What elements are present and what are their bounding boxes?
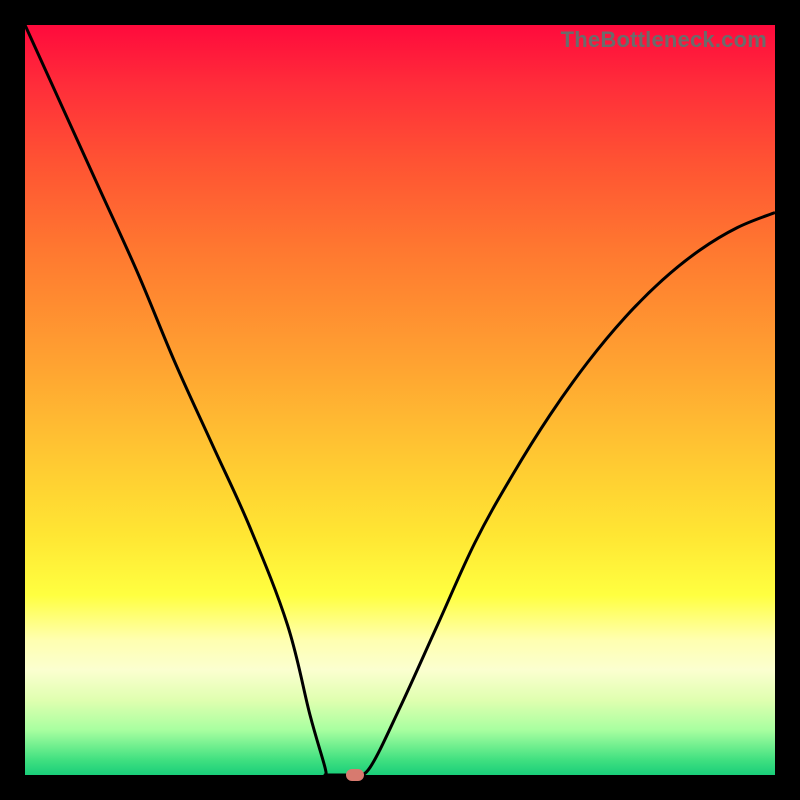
chart-frame: TheBottleneck.com bbox=[0, 0, 800, 800]
curve-line bbox=[25, 25, 775, 776]
optimal-marker bbox=[346, 769, 364, 781]
bottleneck-curve bbox=[25, 25, 775, 775]
plot-area: TheBottleneck.com bbox=[25, 25, 775, 775]
